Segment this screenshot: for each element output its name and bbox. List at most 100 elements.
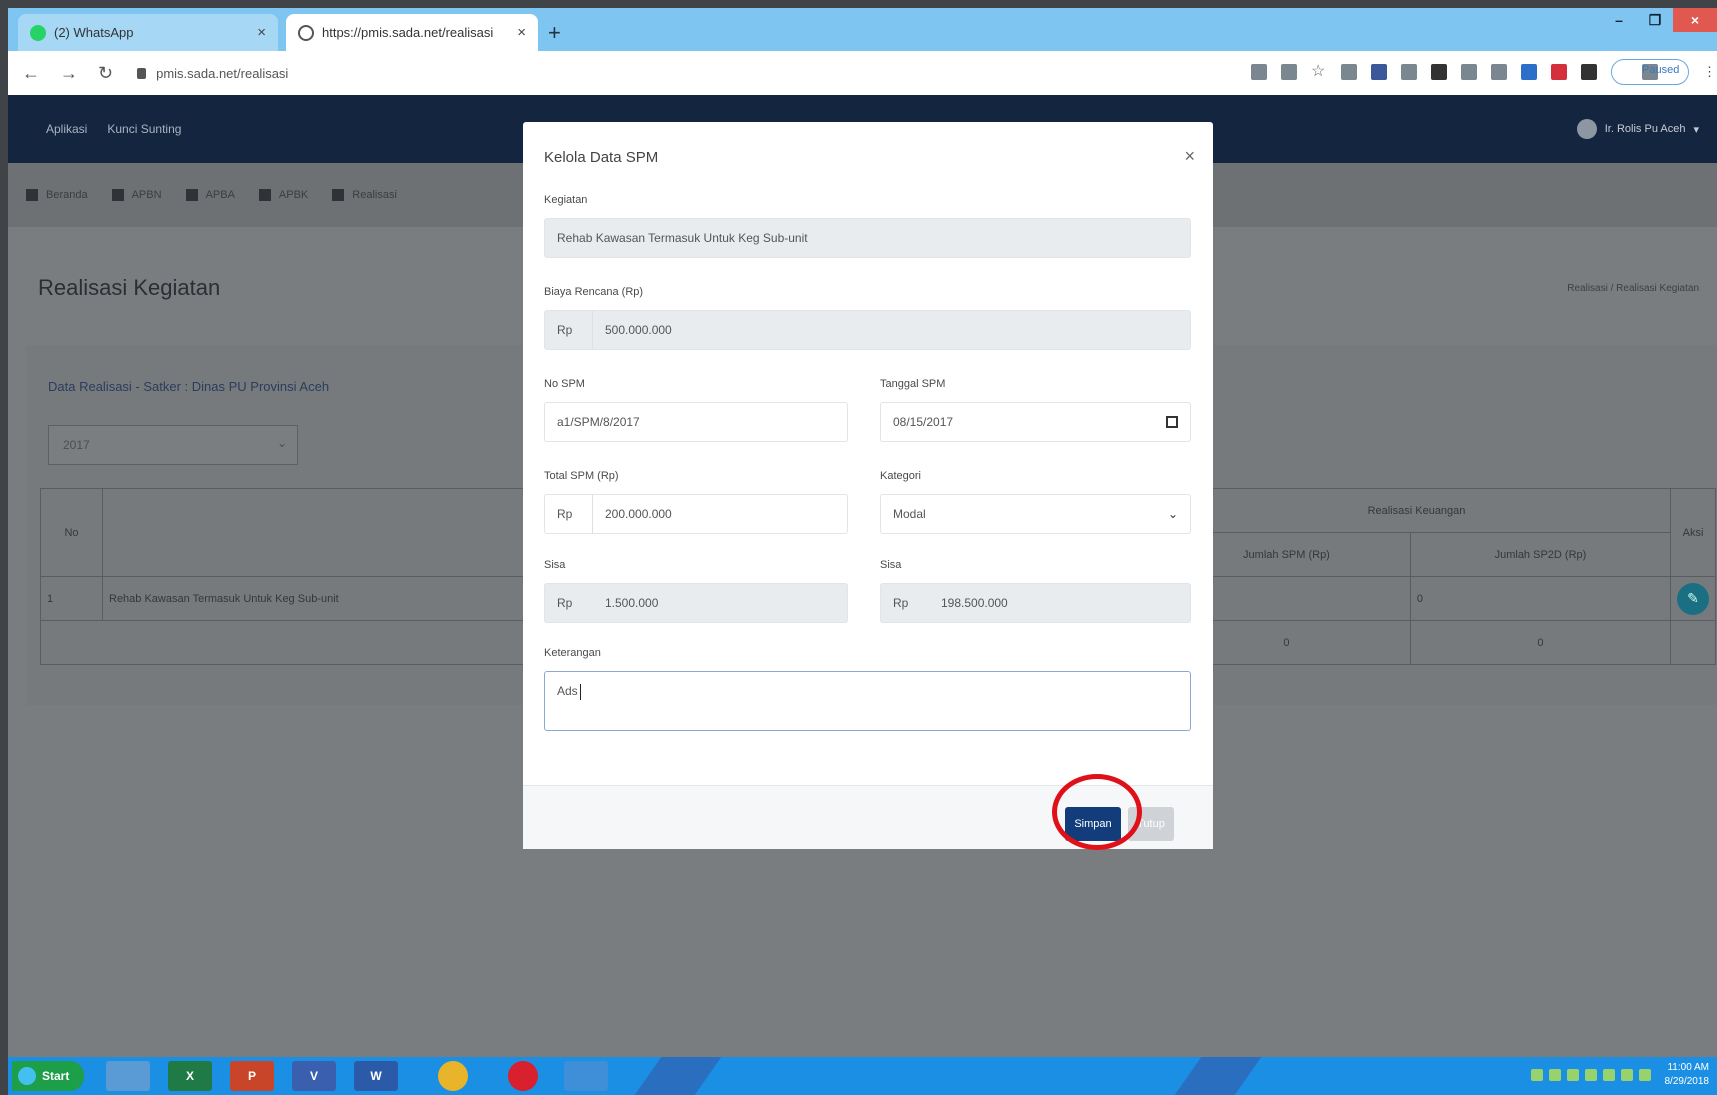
tray-icon[interactable] [1567,1069,1579,1081]
close-tab-icon[interactable]: × [517,24,526,41]
tab-whatsapp[interactable]: (2) WhatsApp × [18,14,278,51]
sub-nav-label: Realisasi [352,189,397,201]
extension-icon[interactable] [1521,64,1537,80]
globe-icon [298,24,314,41]
nav-aplikasi[interactable]: Aplikasi [46,122,87,136]
screen: (2) WhatsApp × https://pmis.sada.net/rea… [0,0,1717,1095]
keterangan-label: Keterangan [544,647,601,659]
visio-icon[interactable]: V [292,1061,336,1091]
chrome-active-icon[interactable] [564,1061,608,1091]
building-icon [332,189,345,201]
maximize-button[interactable]: ❐ [1637,8,1673,32]
currency-prefix: Rp [557,495,593,533]
profile-button[interactable]: Paused [1611,59,1689,85]
sub-nav-item[interactable]: APBN [111,189,162,201]
puzzle-icon[interactable] [1581,64,1597,80]
tray-icon[interactable] [1531,1069,1543,1081]
url-field[interactable]: pmis.sada.net/realisasi [137,66,288,81]
start-button[interactable]: Start [12,1061,84,1091]
extension-icons: ☆ Paused ⋮ [1251,59,1716,85]
tray-icon[interactable] [1585,1069,1597,1081]
no-spm-value: a1/SPM/8/2017 [557,415,640,429]
speaker-icon[interactable] [1639,1069,1651,1081]
sisa-value: 1.500.000 [605,596,659,610]
sisa-label: Sisa [544,559,566,571]
taskbar: Start X P V W 11:00 AM 8/29/2018 [8,1057,1717,1095]
no-spm-input[interactable]: a1/SPM/8/2017 [544,402,848,442]
close-icon[interactable]: × [1184,146,1195,167]
whatsapp-icon [30,24,46,41]
close-tab-icon[interactable]: × [257,24,266,41]
sub-nav-item[interactable]: APBA [185,189,235,201]
col-realisasi-keuangan: Realisasi Keuangan [1162,488,1671,533]
tab-pmis[interactable]: https://pmis.sada.net/realisasi × [286,14,538,51]
sub-nav-item[interactable]: Beranda [26,189,88,201]
user-menu[interactable]: Ir. Rolis Pu Aceh ▾ [1576,119,1699,139]
kategori-label: Kategori [880,470,921,482]
file-explorer-icon[interactable] [106,1061,150,1091]
word-icon[interactable]: W [354,1061,398,1091]
menu-icon[interactable]: ⋮ [1703,64,1716,80]
star-icon[interactable]: ☆ [1311,64,1327,80]
cell-empty [1670,620,1716,665]
translate-icon[interactable] [1251,64,1267,80]
sub-nav-item[interactable]: Realisasi [332,189,397,201]
tray-icon[interactable] [1603,1069,1615,1081]
calendar-icon[interactable] [1166,416,1178,428]
chrome-icon[interactable] [438,1061,468,1091]
user-name: Ir. Rolis Pu Aceh [1604,123,1686,135]
tab-strip: (2) WhatsApp × https://pmis.sada.net/rea… [8,8,1717,51]
building-icon [185,189,198,201]
clock[interactable]: 11:00 AM 8/29/2018 [1665,1061,1710,1089]
cell-aksi: ✎ [1670,576,1716,621]
reload-icon[interactable]: ↻ [98,63,113,84]
tray-icon[interactable] [1549,1069,1561,1081]
extension-icon[interactable] [1341,64,1357,80]
extension-icon[interactable] [1371,64,1387,80]
nav-kunci-sunting[interactable]: Kunci Sunting [107,122,181,136]
extension-icon[interactable] [1491,64,1507,80]
kategori-select[interactable]: Modal ⌄ [880,494,1191,534]
total-sp2d: 0 [1409,620,1672,665]
pagu-field: Rp 500.000.000 [544,310,1191,350]
close-window-button[interactable]: × [1673,8,1717,32]
keterangan-textarea[interactable]: Ads [544,671,1191,731]
sisa-value-2: 198.500.000 [941,596,1008,610]
chevron-down-icon: ⌄ [1167,507,1178,521]
excel-icon[interactable]: X [168,1061,212,1091]
tanggal-spm-input[interactable]: 08/15/2017 [880,402,1191,442]
extension-icon[interactable] [1431,64,1447,80]
minimize-button[interactable]: – [1601,8,1637,32]
caret-down-icon: ▾ [1693,123,1699,136]
extension-icon[interactable] [1401,64,1417,80]
zoom-icon[interactable] [1281,64,1297,80]
currency-prefix: Rp [557,311,593,349]
clock-time: 11:00 AM [1667,1062,1709,1073]
sub-nav-item[interactable]: APBK [258,189,308,201]
total-spm-input[interactable]: Rp 200.000.000 [544,494,848,534]
opera-icon[interactable] [508,1061,538,1091]
back-icon[interactable]: ← [22,63,40,84]
year-select[interactable]: 2017 ⌄ [48,425,298,465]
taskbar-stripe [1174,1057,1262,1095]
new-tab-button[interactable]: + [548,20,561,46]
modal-title: Kelola Data SPM [544,149,659,166]
sisa-field: Rp 1.500.000 [544,583,848,623]
taskbar-stripe [634,1057,722,1095]
powerpoint-icon[interactable]: P [230,1061,274,1091]
home-icon [26,189,38,201]
address-bar: ← → ↻ pmis.sada.net/realisasi ☆ Paused ⋮ [8,51,1717,95]
forward-icon[interactable]: → [60,63,78,84]
card-title: Data Realisasi - Satker : Dinas PU Provi… [48,379,330,394]
kegiatan-value: Rehab Kawasan Termasuk Untuk Keg Sub-uni… [557,231,808,245]
sub-nav-label: Beranda [46,189,88,201]
edit-icon[interactable]: ✎ [1677,582,1709,615]
nav-buttons: ← → ↻ [22,63,113,84]
extension-icon[interactable] [1461,64,1477,80]
tray-icon[interactable] [1621,1069,1633,1081]
kegiatan-label: Kegiatan [544,194,588,206]
sisa-label-2: Sisa [880,559,902,571]
shield-icon[interactable] [1551,64,1567,80]
kegiatan-field: Rehab Kawasan Termasuk Untuk Keg Sub-uni… [544,218,1191,258]
pagu-value: 500.000.000 [605,323,672,337]
